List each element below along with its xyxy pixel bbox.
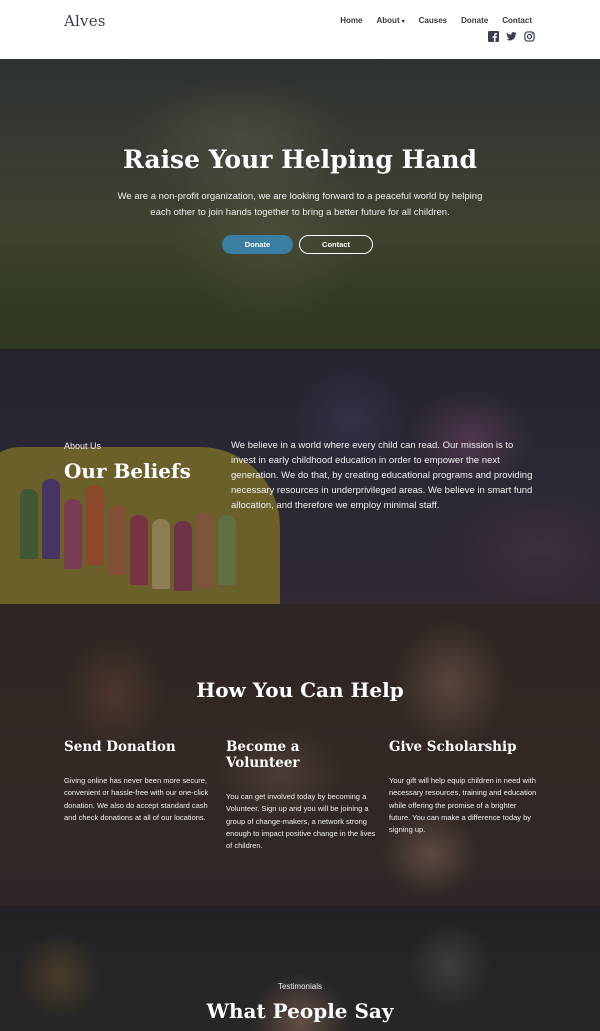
site-header: Alves Home About ▾ Causes Donate Contact (0, 0, 600, 59)
help-title: How You Can Help (196, 678, 404, 702)
help-column-text: Giving online has never been more secure… (64, 776, 209, 822)
nav-donate[interactable]: Donate (461, 16, 488, 25)
help-column-title: Become a Volunteer (226, 739, 300, 771)
nav-home[interactable]: Home (340, 16, 362, 25)
site-logo[interactable]: Alves (64, 12, 106, 30)
testimonials-eyebrow: Testimonials (277, 982, 322, 991)
about-text: We believe in a world where every child … (231, 440, 533, 511)
chevron-down-icon: ▾ (401, 19, 405, 25)
help-column-title: Send Donation (64, 739, 176, 755)
facebook-icon[interactable] (488, 31, 499, 42)
testimonials-title: What People Say (206, 999, 394, 1023)
nav-contact[interactable]: Contact (502, 16, 532, 25)
help-column-text: You can get involved today by becoming a… (226, 792, 376, 851)
nav-causes[interactable]: Causes (419, 16, 447, 25)
help-column-scholarship: Give Scholarship Your gift will help equ… (389, 739, 539, 836)
social-links (488, 31, 535, 42)
help-section: How You Can Help Send Donation Giving on… (0, 604, 600, 906)
contact-button[interactable]: Contact (299, 235, 373, 254)
hero-section: Raise Your Helping Hand We are a non-pro… (0, 59, 600, 349)
about-title: Our Beliefs (64, 459, 191, 483)
nav-about-label: About (376, 16, 400, 25)
twitter-icon[interactable] (506, 31, 517, 42)
donate-button[interactable]: Donate (222, 235, 293, 254)
help-column-text: Your gift will help equip children in ne… (389, 776, 537, 835)
help-column-volunteer: Become a Volunteer You can get involved … (226, 739, 376, 852)
about-section: About Us Our Beliefs We believe in a wor… (0, 349, 600, 604)
hero-text: We are a non-profit organization, we are… (117, 191, 483, 218)
about-eyebrow: About Us (64, 441, 102, 451)
nav-about[interactable]: About ▾ (377, 16, 405, 25)
testimonials-section: Testimonials What People Say (0, 906, 600, 1031)
help-column-donation: Send Donation Giving online has never be… (64, 739, 214, 824)
hero-title: Raise Your Helping Hand (123, 145, 477, 174)
instagram-icon[interactable] (524, 31, 535, 42)
help-column-title: Give Scholarship (389, 739, 517, 755)
main-nav: Home About ▾ Causes Donate Contact (340, 16, 532, 25)
